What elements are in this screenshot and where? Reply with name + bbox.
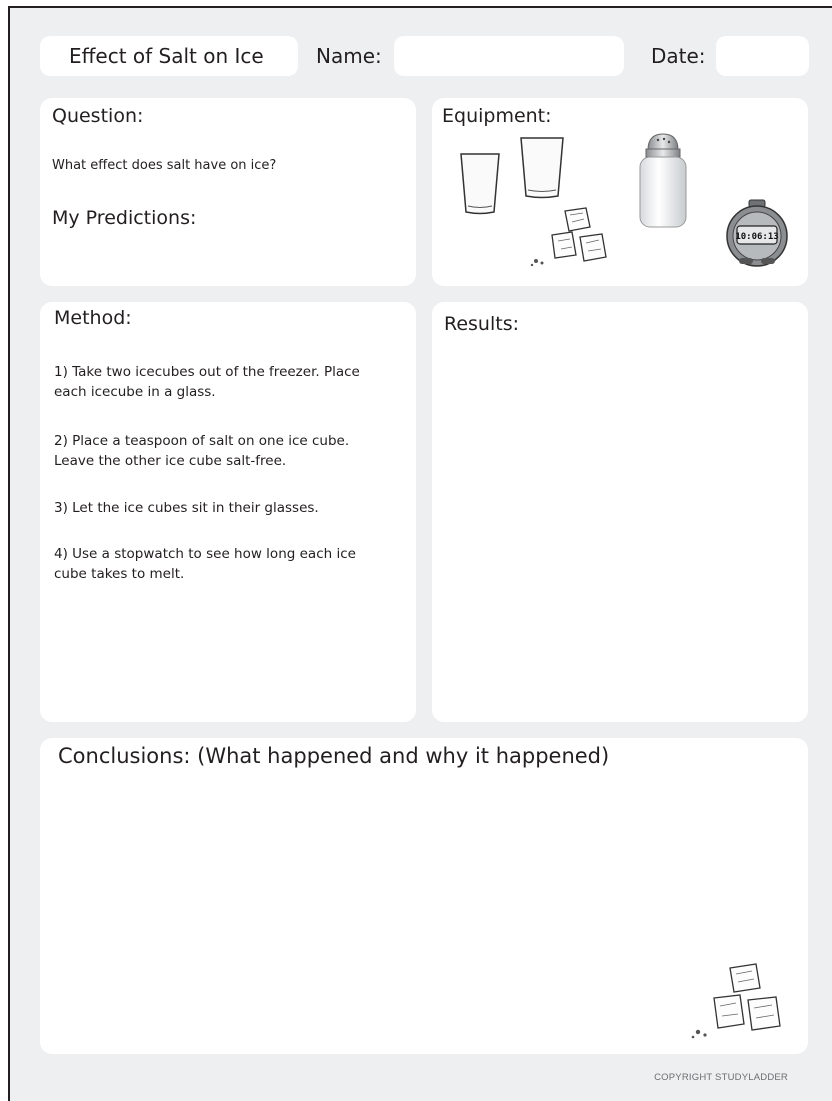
copyright-text: COPYRIGHT STUDYLADDER [654,1072,788,1083]
worksheet-title: Effect of Salt on Ice [69,44,264,68]
results-box[interactable] [432,302,808,722]
method-heading: Method: [54,307,132,329]
stopwatch-display: 10:06:13 [735,232,778,242]
method-step: 2) Place a teaspoon of salt on one ice c… [54,431,414,471]
method-step-line: 1) Take two icecubes out of the freezer.… [54,364,360,380]
method-step: 1) Take two icecubes out of the freezer.… [54,362,414,402]
ice-cubes-icon [691,963,781,1039]
method-step: 4) Use a stopwatch to see how long each … [54,544,414,584]
date-label: Date: [651,44,706,68]
method-step-line: cube takes to melt. [54,566,185,582]
salt-shaker-icon [639,133,687,228]
method-step-line: 4) Use a stopwatch to see how long each … [54,546,356,562]
stopwatch-icon: 10:06:13 [726,199,788,267]
name-field[interactable] [394,36,624,76]
conclusions-heading: Conclusions: (What happened and why it h… [58,744,610,768]
method-step-line: Leave the other ice cube salt-free. [54,453,287,469]
predictions-heading: My Predictions: [52,207,197,229]
question-text: What effect does salt have on ice? [52,158,277,173]
glass-icon [520,137,564,199]
ice-cubes-icon [530,207,607,267]
method-step-line: 3) Let the ice cubes sit in their glasse… [54,500,319,516]
results-heading: Results: [444,313,520,335]
date-field[interactable] [716,36,809,76]
glass-icon [460,153,500,215]
question-heading: Question: [52,105,144,127]
method-step-line: each icecube in a glass. [54,384,216,400]
method-step: 3) Let the ice cubes sit in their glasse… [54,498,414,518]
name-label: Name: [316,44,382,68]
method-step-line: 2) Place a teaspoon of salt on one ice c… [54,433,350,449]
equipment-heading: Equipment: [442,105,552,127]
